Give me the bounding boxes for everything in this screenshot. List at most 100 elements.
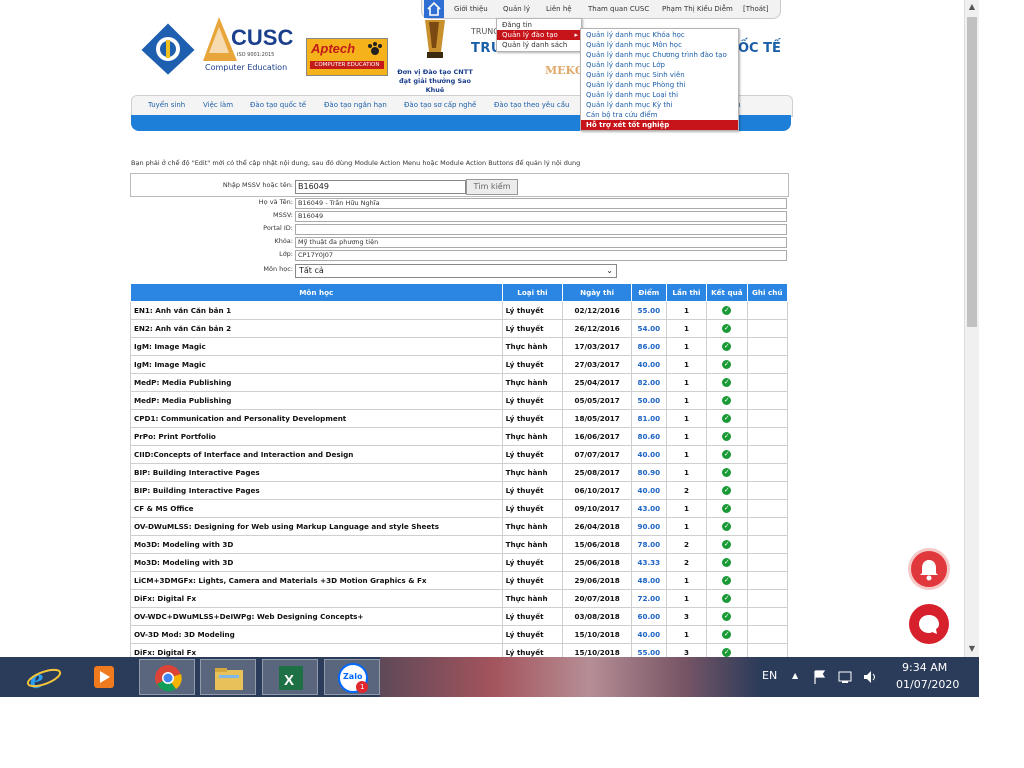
check-icon: ✓ [722, 414, 732, 424]
check-icon: ✓ [722, 306, 732, 316]
cell-ngay-thi: 26/12/2016 [562, 319, 632, 338]
notification-bell-button[interactable] [908, 548, 950, 590]
submenu-tra-cuu-diem[interactable]: Cán bộ tra cứu điểm [581, 110, 738, 120]
cell-lan-thi: 2 [665, 553, 708, 572]
cell-ngay-thi: 15/10/2018 [562, 625, 632, 644]
scroll-down-icon[interactable]: ▼ [965, 642, 979, 656]
cell-diem: 80.60 [630, 427, 667, 446]
cell-lan-thi: 2 [665, 535, 708, 554]
mon-hoc-select[interactable]: Tất cả ⌄ [295, 264, 617, 278]
col-ket-qua: Kết quả [706, 283, 748, 302]
cell-mon-hoc: CIID:Concepts of Interface and Interacti… [130, 445, 503, 464]
language-indicator[interactable]: EN [762, 669, 777, 682]
main-nav-tuyen-sinh[interactable]: Tuyển sinh [148, 101, 185, 109]
nav-quan-ly[interactable]: Quản lý [503, 5, 530, 13]
cell-loai-thi: Lý thuyết [501, 355, 564, 374]
check-icon: ✓ [722, 468, 732, 478]
nav-user-name[interactable]: Phạm Thị Kiều Diễm [662, 5, 733, 13]
nav-logout[interactable]: [Thoát] [743, 5, 769, 13]
submenu-ky-thi[interactable]: Quản lý danh mục Kỳ thi [581, 100, 738, 110]
clock-date[interactable]: 01/07/2020 [896, 678, 959, 691]
cell-ngay-thi: 15/10/2018 [562, 643, 632, 657]
home-button[interactable] [424, 0, 444, 18]
taskbar-excel[interactable]: X [262, 659, 318, 695]
cell-ket-qua: ✓ [706, 589, 748, 608]
grades-table: Môn học Loại thi Ngày thi Điểm Lần thi K… [130, 283, 789, 657]
cell-loai-thi: Thực hành [501, 463, 564, 482]
nav-gioi-thieu[interactable]: Giới thiệu [454, 5, 488, 13]
submenu-khoa-hoc[interactable]: Quản lý danh mục Khóa học [581, 30, 738, 40]
submenu-mon-hoc[interactable]: Quản lý danh mục Môn học [581, 40, 738, 50]
network-icon[interactable] [838, 669, 854, 685]
cell-lan-thi: 1 [665, 463, 708, 482]
cell-ghi-chu [746, 643, 789, 657]
cell-ngay-thi: 25/06/2018 [562, 553, 632, 572]
taskbar-zalo[interactable]: Zalo 1 [324, 659, 380, 695]
bell-icon [920, 560, 938, 581]
submenu-chuong-trinh[interactable]: Quản lý danh mục Chương trình đào tạo [581, 50, 738, 60]
menu-dang-tin[interactable]: Đăng tin [497, 20, 581, 30]
taskbar-media-player[interactable] [76, 659, 132, 695]
submenu-loai-thi[interactable]: Quản lý danh mục Loại thi [581, 90, 738, 100]
cell-ngay-thi: 27/03/2017 [562, 355, 632, 374]
taskbar-file-explorer[interactable] [200, 659, 256, 695]
clock-time[interactable]: 9:34 AM [902, 661, 947, 674]
media-player-icon [94, 666, 114, 688]
cell-mon-hoc: DiFx: Digital Fx [130, 643, 503, 657]
cell-ket-qua: ✓ [706, 355, 748, 374]
cell-ngay-thi: 07/07/2017 [562, 445, 632, 464]
cell-diem: 72.00 [630, 589, 667, 608]
cell-lan-thi: 1 [665, 589, 708, 608]
speaker-icon[interactable] [862, 669, 878, 685]
main-nav-dao-tao-so-cap[interactable]: Đào tạo sơ cấp nghề [404, 101, 476, 109]
show-hidden-icons[interactable]: ▲ [792, 671, 798, 680]
university-logo-icon [138, 20, 198, 78]
cell-ket-qua: ✓ [706, 391, 748, 410]
taskbar-chrome[interactable] [139, 659, 195, 695]
internet-explorer-icon: e [26, 662, 62, 695]
submenu-phong-thi[interactable]: Quản lý danh mục Phòng thi [581, 80, 738, 90]
page-scrollbar[interactable]: ▲ ▼ [964, 0, 979, 657]
cell-mon-hoc: OV-DWuMLSS: Designing for Web using Mark… [130, 517, 503, 536]
cell-loai-thi: Lý thuyết [501, 391, 564, 410]
table-row: CF & MS Office Lý thuyết 09/10/2017 43.00 1 ✓ [130, 499, 789, 518]
scroll-thumb[interactable] [967, 17, 977, 327]
check-icon: ✓ [722, 342, 732, 352]
cell-mon-hoc: BIP: Building Interactive Pages [130, 481, 503, 500]
cell-ghi-chu [746, 517, 789, 536]
submenu-sinh-vien[interactable]: Quản lý danh mục Sinh viên [581, 70, 738, 80]
main-nav-dao-tao-ngan-han[interactable]: Đào tạo ngắn hạn [324, 101, 387, 109]
cell-diem: 78.00 [630, 535, 667, 554]
cell-diem: 43.00 [630, 499, 667, 518]
cell-loai-thi: Lý thuyết [501, 625, 564, 644]
taskbar-ie[interactable]: e [16, 659, 72, 695]
cell-ghi-chu [746, 409, 789, 428]
cell-ket-qua: ✓ [706, 481, 748, 500]
check-icon: ✓ [722, 576, 732, 586]
chat-button[interactable] [909, 604, 949, 644]
nav-lien-he[interactable]: Liên hệ [546, 5, 572, 13]
cell-ghi-chu [746, 445, 789, 464]
table-row: BIP: Building Interactive Pages Thực hành… [130, 463, 789, 482]
nav-tham-quan[interactable]: Tham quan CUSC [588, 5, 649, 13]
cell-lan-thi: 1 [665, 373, 708, 392]
main-nav-dao-tao-yeu-cau[interactable]: Đào tạo theo yêu cầu [494, 101, 569, 109]
menu-quan-ly-danh-sach[interactable]: Quản lý danh sách [497, 40, 581, 50]
cell-ngay-thi: 25/08/2017 [562, 463, 632, 482]
main-nav-dao-tao-quoc-te[interactable]: Đào tạo quốc tế [250, 101, 306, 109]
main-nav-viec-lam[interactable]: Việc làm [203, 101, 233, 109]
submenu-xet-tot-nghiep[interactable]: Hỗ trợ xét tốt nghiệp [581, 120, 738, 130]
submenu-lop[interactable]: Quản lý danh mục Lớp [581, 60, 738, 70]
table-row: MedP: Media Publishing Thực hành 25/04/201… [130, 373, 789, 392]
cell-ghi-chu [746, 463, 789, 482]
cell-loai-thi: Thực hành [501, 427, 564, 446]
university-logo [138, 20, 198, 78]
menu-quan-ly-dao-tao[interactable]: Quản lý đào tạo ▸ [497, 30, 581, 40]
flag-icon[interactable] [812, 669, 828, 685]
cell-loai-thi: Lý thuyết [501, 445, 564, 464]
check-icon: ✓ [722, 486, 732, 496]
cell-loai-thi: Lý thuyết [501, 607, 564, 626]
zalo-label: Zalo [343, 672, 363, 681]
cell-mon-hoc: PrPo: Print Portfolio [130, 427, 503, 446]
scroll-up-icon[interactable]: ▲ [965, 0, 979, 14]
